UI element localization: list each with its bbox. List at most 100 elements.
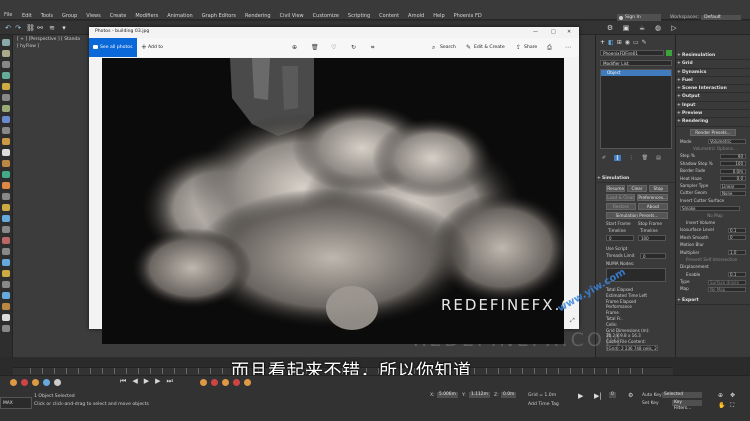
- rollout-row[interactable]: Invert Volume: [676, 219, 750, 226]
- rollout-row[interactable]: Map No Map: [676, 285, 750, 292]
- link-icon[interactable]: ⛓: [26, 24, 35, 32]
- row-value[interactable]: 100: [720, 161, 746, 167]
- see-all-photos-button[interactable]: See all photos: [89, 38, 137, 57]
- make-unique-icon[interactable]: ⋮: [629, 155, 634, 161]
- modifier-list-dropdown[interactable]: Modifier List: [600, 60, 672, 66]
- tool-icon[interactable]: [2, 193, 10, 200]
- favorite-icon[interactable]: ♡: [331, 44, 336, 51]
- tool-icon[interactable]: [2, 94, 10, 101]
- print-icon[interactable]: ⎙: [547, 44, 552, 52]
- rollout-row[interactable]: Displacement: [676, 263, 750, 270]
- stop-sim-button[interactable]: Stop: [648, 185, 668, 192]
- share-icon[interactable]: ⇪: [516, 44, 521, 51]
- load-clear-button[interactable]: Load & Clear: [606, 194, 636, 201]
- menu-item[interactable]: Content: [379, 13, 399, 19]
- redo-icon[interactable]: ↷: [14, 24, 22, 32]
- viewport-label[interactable]: [ + ] [Perspective ] [ Standa: [17, 37, 80, 42]
- viewport-label-flow[interactable]: [ hyFlow ]: [17, 44, 39, 49]
- rollout-row[interactable]: Mesh Smooth 0: [676, 234, 750, 241]
- tool-icon[interactable]: [2, 204, 10, 211]
- rollout-header[interactable]: Fuel: [676, 77, 750, 86]
- go-to-start-icon[interactable]: ⏮: [120, 377, 126, 386]
- create-tab-icon[interactable]: +: [600, 39, 605, 46]
- rollout-row[interactable]: Prevent Self Intersection: [676, 256, 750, 263]
- tool-icon[interactable]: [2, 149, 10, 156]
- rollout-row[interactable]: Shadow Step % 100: [676, 160, 750, 167]
- simulation-rollout-header[interactable]: Simulation: [596, 175, 676, 184]
- menu-item[interactable]: Arnold: [408, 13, 424, 19]
- rollout-row[interactable]: Smoke: [676, 204, 750, 211]
- rollout-header[interactable]: Output: [676, 93, 750, 102]
- rollout-row[interactable]: Type Surface driven: [676, 278, 750, 285]
- object-color-swatch[interactable]: [666, 50, 672, 56]
- rollout-header[interactable]: Rendering: [676, 118, 750, 127]
- preferences-button[interactable]: Preferences...: [637, 194, 668, 201]
- selected-dropdown[interactable]: Selected: [662, 392, 702, 398]
- render-setup-icon[interactable]: ⚙: [606, 24, 614, 32]
- row-value[interactable]: 0.0: [720, 176, 746, 182]
- key-mode-icon[interactable]: ▶: [578, 392, 583, 400]
- row-value[interactable]: 0.0m: [720, 168, 746, 174]
- row-value[interactable]: No Map: [708, 286, 746, 292]
- time-config-icon[interactable]: ⚙: [628, 392, 633, 399]
- start-timeline-check[interactable]: Timeline: [608, 228, 626, 233]
- tool-icon[interactable]: [2, 182, 10, 189]
- maximize-viewport-icon[interactable]: ⛶: [730, 402, 734, 410]
- smoke-icon[interactable]: [54, 379, 61, 386]
- motion-tab-icon[interactable]: ◉: [625, 39, 630, 46]
- tool-icon[interactable]: [2, 50, 10, 57]
- selection-filter-icon[interactable]: ▾: [60, 24, 68, 32]
- row-value[interactable]: No Map: [707, 213, 723, 218]
- row-value[interactable]: 0: [728, 235, 746, 241]
- tool-icon[interactable]: [2, 248, 10, 255]
- set-key-button[interactable]: Set Key: [642, 401, 659, 406]
- menu-item[interactable]: Create: [110, 13, 127, 19]
- remove-modifier-icon[interactable]: 🗑: [642, 155, 648, 161]
- x-coord-field[interactable]: 5.006m: [437, 392, 458, 398]
- rollout-row[interactable]: Isosurface Level 0.1: [676, 226, 750, 233]
- menu-item[interactable]: Animation: [167, 13, 193, 19]
- rollout-header[interactable]: Resimulation: [676, 52, 750, 61]
- maxscript-listener[interactable]: MAX: [0, 397, 32, 409]
- start-sim-button[interactable]: Resume: [606, 185, 626, 192]
- add-to-button[interactable]: Add to: [148, 45, 163, 50]
- stop-frame-field[interactable]: 100: [638, 235, 666, 241]
- search-icon[interactable]: ⌕: [432, 44, 435, 52]
- zoom-icon[interactable]: ⊕: [292, 44, 297, 51]
- menu-item[interactable]: Civil View: [280, 13, 304, 19]
- row-value[interactable]: 0.1: [728, 227, 746, 233]
- row-value[interactable]: Volumetric: [708, 139, 746, 145]
- render-production-icon[interactable]: ▷: [670, 24, 678, 32]
- edit-create-icon[interactable]: ✎: [466, 44, 471, 51]
- fullscreen-icon[interactable]: ⤢: [570, 317, 575, 325]
- rollout-row[interactable]: No Map: [676, 212, 750, 219]
- bind-icon[interactable]: ≋: [48, 24, 56, 32]
- rollout-header[interactable]: Scene Interaction: [676, 85, 750, 94]
- play-icon[interactable]: ▶: [144, 377, 149, 386]
- menu-item[interactable]: Phoenix FD: [454, 13, 482, 19]
- fire-icon[interactable]: [211, 379, 218, 386]
- render-presets-button[interactable]: Render Presets...: [690, 128, 736, 136]
- menu-item[interactable]: Modifiers: [135, 13, 158, 19]
- menu-item[interactable]: Customize: [313, 13, 339, 19]
- row-value[interactable]: 0.1: [728, 272, 746, 278]
- tool-icon[interactable]: [2, 215, 10, 222]
- go-to-end-icon[interactable]: ⏭: [166, 377, 172, 386]
- row-value[interactable]: None: [720, 190, 746, 196]
- orbit-icon[interactable]: ✥: [730, 392, 735, 399]
- tool-icon[interactable]: [2, 105, 10, 112]
- rotate-icon[interactable]: ↻: [351, 44, 356, 51]
- z-coord-field[interactable]: 0.0m: [501, 392, 517, 398]
- next-key-icon[interactable]: ▶|: [594, 392, 602, 400]
- menu-item[interactable]: Rendering: [245, 13, 271, 19]
- stack-item[interactable]: Object: [601, 70, 671, 76]
- menu-item[interactable]: Group: [62, 13, 77, 19]
- tool-icon[interactable]: [2, 226, 10, 233]
- fire-icon[interactable]: [244, 379, 251, 386]
- rollout-row[interactable]: Enable 0.1: [676, 271, 750, 278]
- pan-icon[interactable]: ✋: [718, 402, 725, 409]
- object-name-field[interactable]: PhoenixFDFire01: [600, 50, 664, 56]
- tool-icon[interactable]: [2, 61, 10, 68]
- crop-icon[interactable]: ⌗: [371, 44, 374, 52]
- water-icon[interactable]: [43, 379, 50, 386]
